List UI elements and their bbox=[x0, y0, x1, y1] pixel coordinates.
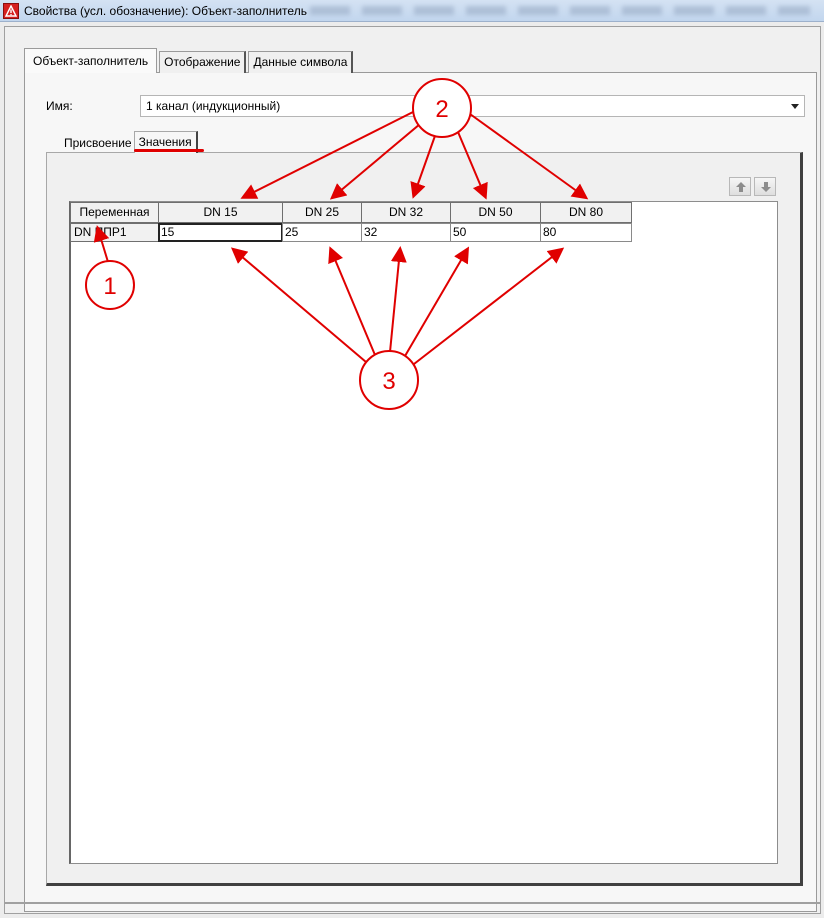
move-down-button[interactable] bbox=[754, 177, 776, 196]
tab-symbol-data[interactable]: Данные символа bbox=[248, 51, 354, 73]
column-header-dn80[interactable]: DN 80 bbox=[540, 202, 632, 223]
column-header-dn15[interactable]: DN 15 bbox=[158, 202, 283, 223]
row-header-dn-ppr1[interactable]: DN ППР1 bbox=[70, 223, 159, 242]
value-cell-dn15[interactable]: 15 bbox=[158, 223, 283, 242]
values-grid[interactable] bbox=[69, 201, 778, 864]
app-warning-icon bbox=[3, 3, 19, 19]
chevron-down-icon[interactable] bbox=[791, 104, 799, 109]
title-bar-blurred-area bbox=[310, 6, 810, 15]
value-cell-dn32[interactable]: 32 bbox=[361, 223, 451, 242]
main-tabs: Объект-заполнитель Отображение Данные си… bbox=[24, 48, 355, 73]
value-cell-dn50[interactable]: 50 bbox=[450, 223, 541, 242]
window-title: Свойства (усл. обозначение): Объект-запо… bbox=[24, 4, 307, 18]
arrow-up-icon bbox=[736, 182, 746, 192]
move-up-button[interactable] bbox=[729, 177, 751, 196]
name-dropdown[interactable]: 1 канал (индукционный) bbox=[140, 95, 805, 117]
value-cell-dn80[interactable]: 80 bbox=[540, 223, 632, 242]
column-header-dn50[interactable]: DN 50 bbox=[450, 202, 541, 223]
tab-display[interactable]: Отображение bbox=[159, 51, 247, 73]
subtab-assignment[interactable]: Присвоение bbox=[62, 133, 134, 153]
name-label: Имя: bbox=[46, 99, 73, 113]
bottom-border bbox=[4, 902, 821, 904]
value-cell-dn25[interactable]: 25 bbox=[282, 223, 362, 242]
grid-corner-header: Переменная bbox=[70, 202, 159, 223]
column-header-dn25[interactable]: DN 25 bbox=[282, 202, 362, 223]
title-bar: Свойства (усл. обозначение): Объект-запо… bbox=[0, 0, 824, 22]
values-tab-red-underline bbox=[134, 149, 204, 152]
name-dropdown-value: 1 канал (индукционный) bbox=[146, 99, 281, 113]
tab-object-placeholder[interactable]: Объект-заполнитель bbox=[24, 48, 158, 73]
arrow-down-icon bbox=[761, 182, 771, 192]
column-header-dn32[interactable]: DN 32 bbox=[361, 202, 451, 223]
